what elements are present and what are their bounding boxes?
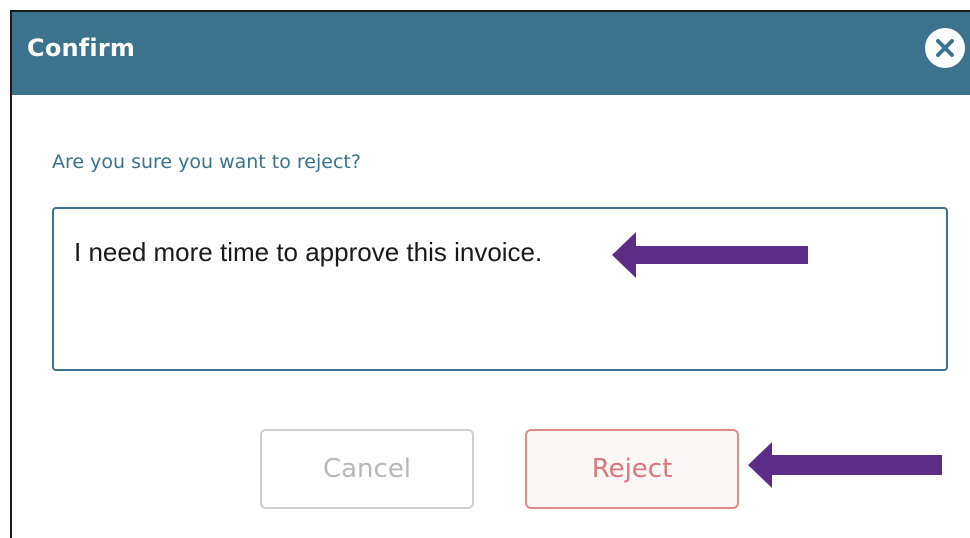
cancel-button[interactable]: Cancel <box>260 429 474 509</box>
reject-comment-text: I need more time to approve this invoice… <box>74 237 543 267</box>
confirm-prompt: Are you sure you want to reject? <box>52 151 361 173</box>
reject-comment-textarea[interactable]: I need more time to approve this invoice… <box>52 207 948 371</box>
left-arrow-icon <box>612 232 808 278</box>
close-button[interactable] <box>925 28 965 68</box>
dialog-header: Confirm <box>12 12 970 95</box>
left-arrow-icon <box>748 442 942 488</box>
page: Confirm Are you sure you want to reject?… <box>0 0 970 538</box>
close-icon <box>936 39 954 57</box>
dialog-title: Confirm <box>27 34 136 62</box>
reject-button[interactable]: Reject <box>525 429 739 509</box>
